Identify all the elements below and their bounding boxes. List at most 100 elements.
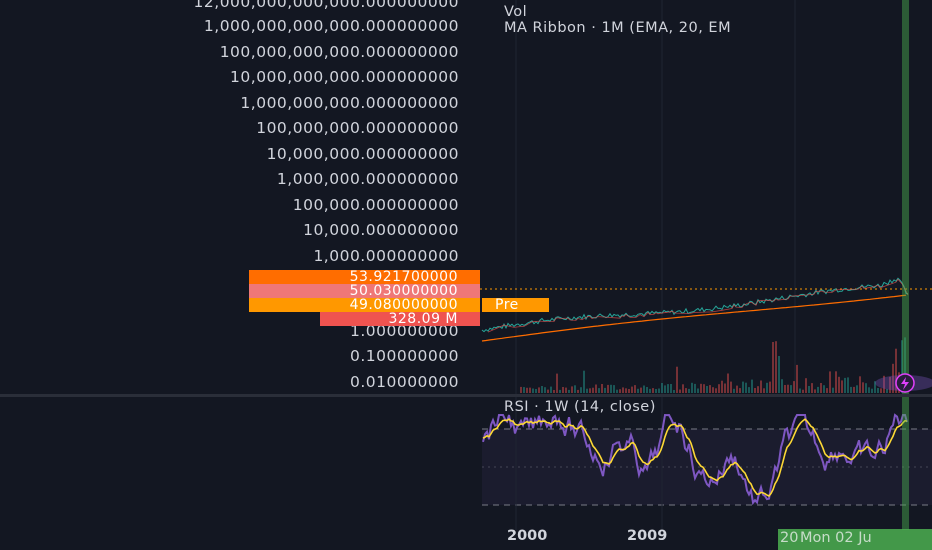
main-chart-pane[interactable] [0, 0, 932, 395]
legend-vol[interactable]: Vol [504, 4, 527, 20]
volume-bar [838, 376, 840, 393]
volume-bar [673, 390, 675, 393]
volume-bar [553, 390, 555, 393]
volume-badge: 328.09 M [320, 312, 480, 326]
rsi-title[interactable]: RSI · 1W (14, close) [504, 399, 656, 415]
price-axis-label: 1,000.000000000 [313, 247, 459, 265]
crosshair-time-prefix: 20 [780, 530, 799, 546]
volume-bar [523, 387, 525, 393]
volume-bar [814, 389, 816, 393]
volume-bar [817, 386, 819, 393]
volume-bar [763, 388, 765, 393]
volume-bar [769, 381, 771, 393]
volume-bar [727, 373, 729, 393]
volume-bar [862, 382, 864, 393]
volume-bar [796, 364, 798, 393]
volume-bar [571, 386, 573, 393]
price-badge-high: 53.921700000 [249, 270, 480, 284]
volume-bar [745, 382, 747, 393]
price-badge-high-value: 53.921700000 [349, 269, 458, 285]
volume-bar [751, 379, 753, 393]
volume-bar [607, 384, 609, 393]
volume-bar [562, 387, 564, 393]
volume-bar [616, 389, 618, 393]
volume-bar [682, 384, 684, 393]
price-axis-label: 0.010000000 [349, 373, 459, 391]
volume-bar [538, 387, 540, 393]
volume-bar [721, 380, 723, 393]
volume-bar [694, 383, 696, 393]
volume-bar [802, 389, 804, 393]
volume-bar [619, 389, 621, 393]
volume-bar [601, 384, 603, 393]
volume-bar [610, 384, 612, 393]
volume-bar [652, 388, 654, 393]
volume-bar [520, 386, 522, 393]
volume-bar [775, 341, 777, 393]
price-axis-label: 100,000,000.000000000 [256, 119, 459, 137]
volume-bar [580, 387, 582, 393]
volume-bar [541, 386, 543, 393]
volume-bar [841, 380, 843, 393]
volume-bar [535, 389, 537, 393]
crosshair-time-label: Mon 02 Ju [800, 530, 872, 546]
volume-bar [547, 389, 549, 393]
volume-bar [718, 384, 720, 393]
volume-bar [697, 388, 699, 393]
volume-bar [730, 381, 732, 393]
volume-bar [646, 387, 648, 393]
pre-market-badge: Pre [482, 298, 549, 312]
crosshair-time-badge: 20 Mon 02 Ju [778, 529, 932, 550]
volume-bar [784, 385, 786, 393]
volume-bar [736, 385, 738, 393]
legend-ma-ribbon[interactable]: MA Ribbon · 1M (EMA, 20, EM [504, 20, 731, 36]
volume-bar [550, 386, 552, 393]
price-badge-pre: 49.080000000 [249, 298, 480, 312]
price-axis-label: 10,000,000,000.000000000 [230, 68, 459, 86]
volume-bar [700, 383, 702, 393]
volume-bar [595, 384, 597, 393]
volume-bar [772, 342, 774, 393]
volume-bar [625, 388, 627, 393]
price-axis-label: 1,000,000,000,000.000000000 [203, 17, 459, 35]
volume-bar [790, 385, 792, 393]
volume-bar [583, 370, 585, 393]
volume-bar [793, 381, 795, 393]
volume-bar [877, 388, 879, 393]
volume-bar [703, 384, 705, 393]
volume-bar [787, 384, 789, 393]
price-badge-pre-value: 49.080000000 [349, 297, 458, 313]
price-axis-label: 1,000,000.000000000 [276, 170, 459, 188]
volume-bar [544, 387, 546, 393]
volume-bar [604, 387, 606, 393]
volume-bar [613, 385, 615, 393]
volume-bar [835, 371, 837, 393]
volume-bar [712, 387, 714, 393]
volume-bar [865, 383, 867, 393]
volume-bar [574, 385, 576, 393]
volume-bar [886, 389, 888, 393]
crosshair-band-rsi [902, 397, 909, 530]
volume-bar [805, 378, 807, 393]
volume-bar [628, 389, 630, 393]
volume-bar [565, 387, 567, 393]
volume-bar [622, 387, 624, 393]
volume-bar [781, 379, 783, 393]
volume-bar [844, 377, 846, 393]
volume-bar [778, 356, 780, 393]
volume-bar [850, 386, 852, 393]
volume-bar [853, 386, 855, 393]
volume-bar [757, 386, 759, 393]
volume-bar [880, 388, 882, 393]
volume-bar [637, 388, 639, 393]
volume-bar [670, 384, 672, 393]
volume-bar [526, 387, 528, 393]
volume-bar [856, 385, 858, 393]
volume-bar [667, 384, 669, 393]
time-axis-label: 2009 [627, 528, 668, 544]
volume-bar [592, 387, 594, 393]
volume-bar [661, 383, 663, 393]
rsi-pane[interactable] [0, 397, 932, 530]
volume-bar [829, 371, 831, 393]
volume-bar [556, 373, 558, 393]
